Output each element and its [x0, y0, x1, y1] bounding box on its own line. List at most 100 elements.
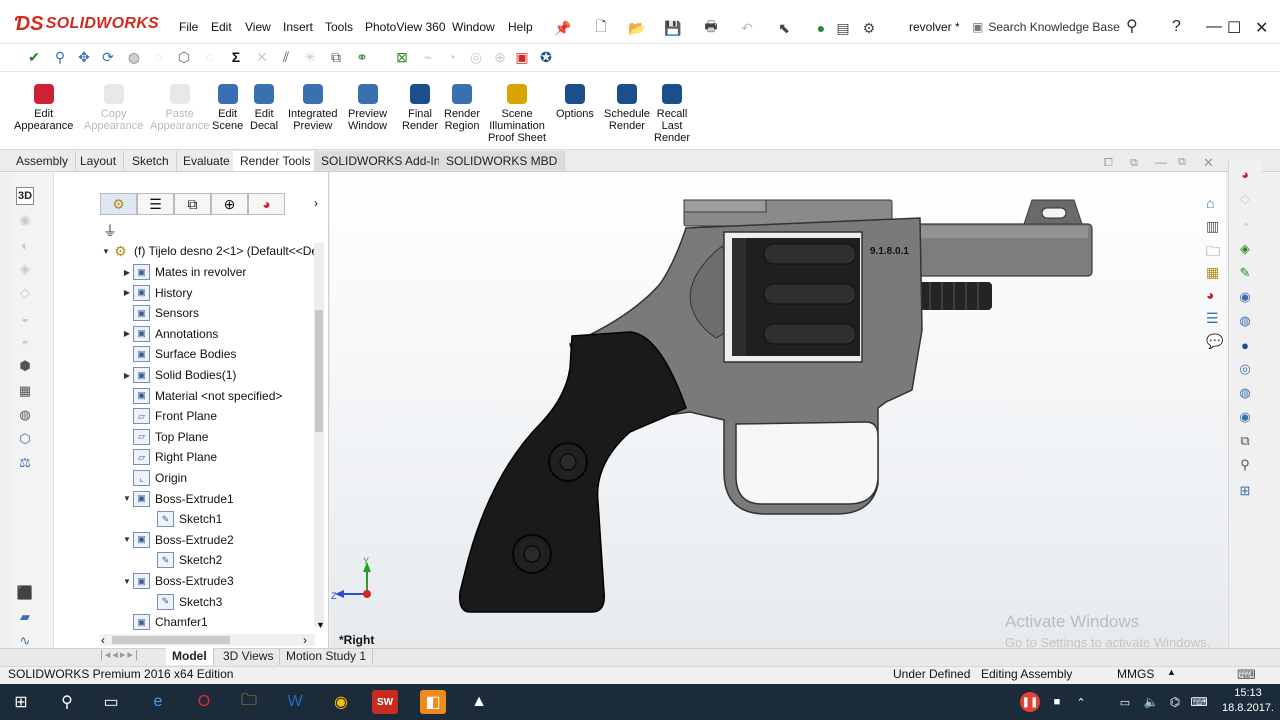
disabled-left6-icon[interactable]: ◓ — [16, 333, 34, 351]
assembly-icon[interactable]: ⬡ — [174, 47, 194, 67]
ribbon-button-10[interactable]: Options — [556, 84, 594, 120]
tree-item[interactable]: ▶ ▣ Mates in revolver — [121, 262, 246, 282]
menu-insert[interactable]: Insert — [283, 20, 313, 34]
ribbon-button-8[interactable]: Render Region — [444, 84, 480, 132]
expand-arrow-icon[interactable]: ▶ — [121, 288, 133, 297]
ribbon-button-6[interactable]: Preview Window — [348, 84, 387, 132]
toolbox-icon[interactable]: ▣ — [512, 47, 532, 67]
chrome-icon[interactable]: ◉ — [328, 690, 354, 714]
tree-item[interactable]: ▶ ▣ History — [121, 283, 192, 303]
panel-expand-icon[interactable]: › — [314, 196, 318, 210]
forum-icon[interactable]: 💬 — [1206, 333, 1223, 350]
cube-left-icon[interactable]: ⬡ — [16, 430, 34, 448]
menu-view[interactable]: View — [245, 20, 271, 34]
tree-item[interactable]: ▣ Material <not specified> — [121, 386, 282, 406]
custom-properties-icon[interactable]: ☰ — [1206, 310, 1219, 327]
tab-addins[interactable]: SOLIDWORKS Add-Ins — [314, 151, 455, 171]
home-icon[interactable]: ⌂ — [1206, 195, 1214, 211]
tree-item[interactable]: ✎ Sketch2 — [145, 550, 222, 570]
tree-item[interactable]: ▱ Front Plane — [121, 406, 217, 426]
network-icon[interactable]: ⌬ — [1162, 690, 1188, 714]
globe-icon[interactable]: ✪ — [536, 47, 556, 67]
disabled-tool2-icon[interactable]: ◌ — [200, 47, 220, 67]
library-icon[interactable]: ▥ — [1206, 218, 1219, 235]
ribbon-button-12[interactable]: Recall Last Render — [654, 84, 690, 144]
ribbon-button-11[interactable]: Schedule Render — [604, 84, 650, 132]
pin-icon[interactable]: 📌 — [554, 19, 572, 37]
ribbon-button-5[interactable]: Integrated Preview — [288, 84, 338, 132]
close-button[interactable]: ✕ — [1255, 18, 1268, 38]
solidworks-logo[interactable]: ƊS SOLIDWORKS — [14, 10, 159, 38]
tree-item[interactable]: ▣ Chamfer1 — [121, 612, 208, 632]
tree-item[interactable]: ⌞ Origin — [121, 468, 187, 488]
view-left-icon[interactable]: ▦ — [16, 382, 34, 400]
magnify-icon[interactable]: ⚲ — [50, 47, 70, 67]
box-left-icon[interactable]: ⬛ — [16, 584, 34, 602]
menu-file[interactable]: File — [179, 20, 198, 34]
task-tool6-icon[interactable]: ◍ — [1236, 312, 1254, 330]
expand-arrow-icon[interactable]: ▼ — [121, 494, 133, 503]
disabled-tool7-icon[interactable]: ⊕ — [490, 47, 510, 67]
move-icon[interactable]: ✥ — [74, 47, 94, 67]
tree-root[interactable]: ▼ ⚙ (f) Tijelo desno 2<1> (Default<<De — [100, 241, 318, 261]
help-icon[interactable]: ? — [1172, 18, 1181, 36]
tree-item[interactable]: ▶ ▣ Solid Bodies(1) — [121, 365, 236, 385]
print-icon[interactable]: 🖶 — [702, 18, 720, 37]
tree-item[interactable]: ▱ Top Plane — [121, 427, 208, 447]
taskbar-clock[interactable]: 15:13 18.8.2017. — [1222, 686, 1274, 716]
tab-render-tools[interactable]: Render Tools — [233, 151, 319, 171]
filter-icon[interactable]: ⏚ — [103, 221, 117, 241]
viewport-tile-icon[interactable]: ⧠ — [1104, 157, 1113, 170]
expand-arrow-icon[interactable]: ▶ — [121, 268, 133, 277]
maximize-button[interactable]: ☐ — [1227, 18, 1241, 38]
tree-vertical-scrollbar[interactable] — [314, 243, 324, 627]
task-tool12-icon[interactable]: ⚲ — [1236, 456, 1254, 474]
menu-tools[interactable]: Tools — [325, 20, 353, 34]
rotate-icon[interactable]: ⟳ — [98, 47, 118, 67]
menu-edit[interactable]: Edit — [211, 20, 232, 34]
rebuild-icon[interactable]: ● — [812, 19, 830, 37]
tree-item[interactable]: ✎ Sketch3 — [145, 592, 222, 612]
task-tool5-icon[interactable]: ◉ — [1236, 288, 1254, 306]
palette-icon[interactable]: ▦ — [1206, 264, 1219, 281]
tree-item[interactable]: ✎ Sketch1 — [145, 509, 222, 529]
windows-start-icon[interactable]: ⊞ — [8, 690, 34, 714]
word-icon[interactable]: W — [282, 690, 308, 714]
speaker-icon[interactable]: 🔈 — [1138, 690, 1164, 714]
copy-icon[interactable]: ⧉ — [326, 47, 346, 67]
disabled-tool6-icon[interactable]: ◎ — [466, 47, 486, 67]
edge-icon[interactable]: e — [145, 690, 171, 714]
file-properties-icon[interactable]: ▤ — [834, 19, 852, 37]
units-selector[interactable]: MMGS — [1117, 667, 1154, 681]
measure-left-icon[interactable]: ⚖ — [16, 454, 34, 472]
options-gear-icon[interactable]: ⚙ — [860, 19, 878, 37]
expand-arrow-icon[interactable]: ▼ — [121, 535, 133, 544]
tree-item[interactable]: ▣ Sensors — [121, 303, 199, 323]
disabled-left4-icon[interactable]: ◇ — [16, 284, 34, 302]
tab-motion-study[interactable]: Motion Study 1 — [280, 648, 374, 665]
menu-help[interactable]: Help — [508, 20, 533, 34]
menu-window[interactable]: Window — [452, 20, 495, 34]
viewport-restore-icon[interactable]: ⧉ — [1178, 156, 1186, 169]
tab-evaluate[interactable]: Evaluate — [176, 151, 238, 171]
task-tool2-icon[interactable]: ◔ — [1236, 215, 1254, 233]
plane-left-icon[interactable]: ▰ — [16, 608, 34, 626]
explode-icon[interactable]: ✳ — [300, 47, 320, 67]
ribbon-button-1[interactable]: Copy Appearance — [84, 84, 143, 132]
dimxpert-tab-icon[interactable]: ⊕ — [211, 193, 248, 215]
tab-model[interactable]: Model — [166, 648, 214, 665]
disabled-left3-icon[interactable]: ◈ — [16, 260, 34, 278]
configuration-manager-tab-icon[interactable]: ⧉ — [174, 193, 211, 215]
disabled-left-icon[interactable]: ◉ — [16, 211, 34, 229]
task-tool13-icon[interactable]: ⊞ — [1236, 482, 1254, 500]
task-tool7-icon[interactable]: ● — [1236, 336, 1254, 354]
tab-3d-views[interactable]: 3D Views — [217, 648, 281, 665]
display-left-icon[interactable]: ◍ — [16, 406, 34, 424]
mate-icon[interactable]: ⚭ — [352, 47, 372, 67]
task-tool3-icon[interactable]: ◈ — [1236, 240, 1254, 258]
collapse-arrow-icon[interactable]: ▼ — [100, 247, 112, 256]
undo-icon[interactable]: ↶ — [738, 19, 756, 37]
sigma-icon[interactable]: Σ — [226, 47, 246, 67]
disabled-tool3-icon[interactable]: ✕ — [252, 47, 272, 67]
tree-item[interactable]: ▱ Right Plane — [121, 447, 217, 467]
